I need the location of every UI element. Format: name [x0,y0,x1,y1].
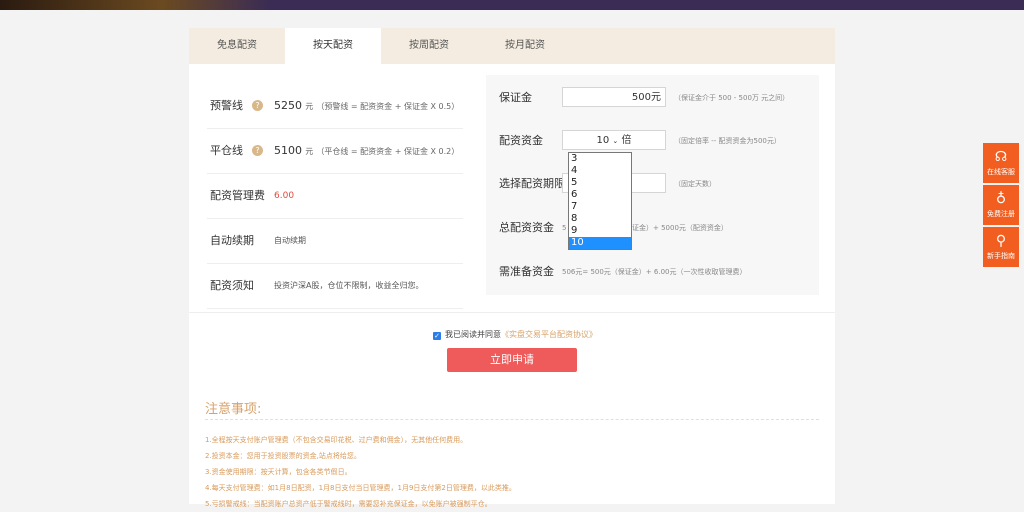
side-toolbar: ☊ 在线客服 ♁ 免费注册 ⚲ 新手指南 [983,143,1019,269]
notes-title: 注意事项: [205,402,262,417]
close-line-row: 平仓线 ? 5100 元 （平仓线 = 配资资金 + 保证金 X 0.2） [207,129,463,174]
dropdown-option[interactable]: 4 [569,165,631,177]
list-item: 2.投资本金：您用于投资股票的资金,站点将给您。 [205,452,361,460]
headset-icon: ☊ [994,149,1008,165]
warn-line-label: 预警线 [210,99,243,112]
dropdown-option[interactable]: 3 [569,153,631,165]
divider [189,312,835,313]
total-prefix: 5 [562,224,567,232]
dropdown-option[interactable]: 8 [569,213,631,225]
agreement-link[interactable]: 《实盘交易平台配资协议》 [501,330,597,339]
agreement: ✓ 我已阅读并同意《实盘交易平台配资协议》 [433,329,597,340]
dropdown-option[interactable]: 7 [569,201,631,213]
bulb-icon: ♁ [995,191,1007,207]
tab-interest-free[interactable]: 免息配资 [189,28,285,64]
help-icon[interactable]: ? [252,145,263,156]
tool-label: 新手指南 [987,252,1015,260]
dropdown-option-selected[interactable]: 10 [569,237,631,249]
required-note: 506元= 500元（保证金）+ 6.00元（一次性收取管理费） [562,268,747,276]
notes-list: 1.全程按天支付账户管理费（不包含交易印花税、过户费和佣金），无其他任何费用。 … [205,432,825,512]
list-item: 3.资金使用期限：按天计算，包含各类节假日。 [205,468,352,476]
required-label: 需准备资金 [499,265,554,278]
notes-divider [205,419,819,421]
help-icon[interactable]: ? [252,100,263,111]
list-item: 4.每天支付管理费：如1月8日配资，1月8日支付当日管理费，1月9日支付第2日管… [205,484,516,492]
deposit-note: （保证金介于 500 - 500万 元之间） [674,94,790,102]
top-banner [0,0,1024,10]
beginner-guide-button[interactable]: ⚲ 新手指南 [983,227,1019,267]
tab-bar: 免息配资 按天配资 按周配资 按月配资 [189,28,835,64]
list-item: 1.全程按天支付账户管理费（不包含交易印花税、过户费和佣金），无其他任何费用。 [205,436,468,444]
fee-row: 配资管理费 6.00 [207,174,463,219]
total-note: 证金）+ 5000元（配资资金） [632,224,728,232]
agree-text: 我已阅读并同意 [445,330,501,339]
total-label: 总配资资金 [499,221,554,234]
list-item: 5.亏损警戒线：当配资账户总资产低于警戒线时，需要您补充保证金，以免账户被强制平… [205,500,492,508]
tab-daily[interactable]: 按天配资 [285,28,381,64]
apply-button[interactable]: 立即申请 [447,348,577,372]
fee-value: 6.00 [274,191,295,201]
multiple-label: 配资资金 [499,134,543,147]
tool-label: 免费注册 [987,210,1015,218]
close-line-value: 5100 元 （平仓线 = 配资资金 + 保证金 X 0.2） [274,144,460,157]
tool-label: 在线客服 [987,168,1015,176]
funding-panel: 免息配资 按天配资 按周配资 按月配资 预警线 ? 5250 元 （预警线 = … [189,28,835,508]
multiple-select[interactable]: 10 ⌄ 倍 [562,130,666,150]
deposit-label: 保证金 [499,91,532,104]
chevron-down-icon: ⌄ [612,137,619,145]
fee-label: 配资管理费 [210,189,265,202]
dropdown-option[interactable]: 5 [569,177,631,189]
period-label: 选择配资期限 [499,177,565,190]
warn-line-value: 5250 元 （预警线 = 配资资金 + 保证金 X 0.5） [274,99,460,112]
close-line-label: 平仓线 [210,144,243,157]
multiple-dropdown-list[interactable]: 3 4 5 6 7 8 9 10 [568,152,632,250]
free-register-button[interactable]: ♁ 免费注册 [983,185,1019,225]
agree-checkbox[interactable]: ✓ [433,332,441,340]
multiple-note: （固定倍率 -- 配资资金为500元） [674,137,781,145]
left-info: 预警线 ? 5250 元 （预警线 = 配资资金 + 保证金 X 0.5） 平仓… [207,84,463,309]
online-service-button[interactable]: ☊ 在线客服 [983,143,1019,183]
tab-monthly[interactable]: 按月配资 [477,28,573,64]
notice-label: 配资须知 [210,279,254,292]
right-form: 保证金 500元 （保证金介于 500 - 500万 元之间） 配资资金 10 … [486,75,819,295]
notice-value: 投资沪深A股，仓位不限制，收益全归您。 [274,281,424,290]
notice-row: 配资须知 投资沪深A股，仓位不限制，收益全归您。 [207,264,463,309]
renew-label: 自动续期 [210,234,254,247]
renew-row: 自动续期 自动续期 [207,219,463,264]
period-note: （固定天数） [674,180,716,188]
banner-image [0,0,270,10]
deposit-input[interactable]: 500元 [562,87,666,107]
renew-value: 自动续期 [274,236,306,245]
tab-weekly[interactable]: 按周配资 [381,28,477,64]
pin-icon: ⚲ [995,233,1007,249]
dropdown-option[interactable]: 9 [569,225,631,237]
dropdown-option[interactable]: 6 [569,189,631,201]
warn-line-row: 预警线 ? 5250 元 （预警线 = 配资资金 + 保证金 X 0.5） [207,84,463,129]
